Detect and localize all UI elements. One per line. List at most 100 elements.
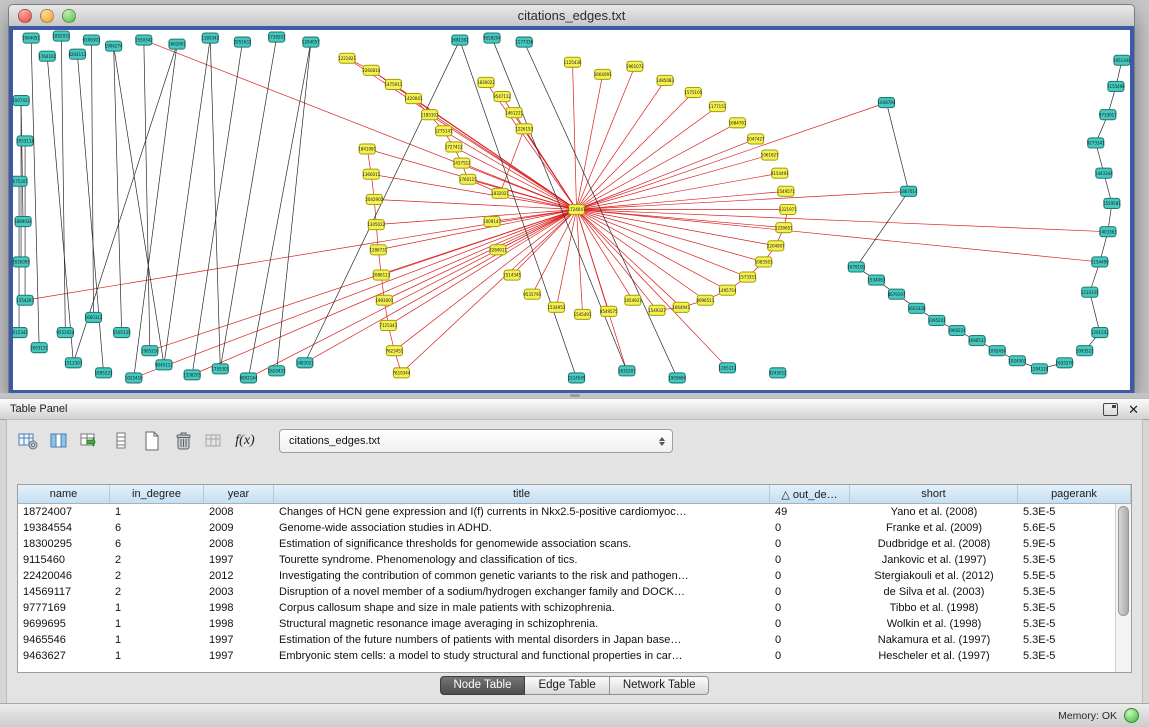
graph-node[interactable]: 1201542 — [1091, 327, 1109, 337]
graph-node[interactable]: 2003151 — [30, 343, 48, 353]
graph-node[interactable]: 1275141 — [435, 126, 453, 136]
graph-node[interactable]: 1550342 — [135, 35, 153, 45]
table-row[interactable]: 1938455462009Genome-wide association stu… — [18, 520, 1116, 536]
graph-node[interactable]: 1755301 — [211, 364, 229, 374]
graph-node[interactable]: 9535791 — [523, 289, 541, 299]
column-header-5[interactable]: short — [850, 485, 1018, 503]
column-header-6[interactable]: pagerank — [1018, 485, 1131, 503]
graph-node[interactable]: 1185103 — [421, 110, 439, 120]
graph-node[interactable]: 1015342 — [13, 327, 28, 337]
graph-node[interactable]: 1664091 — [594, 69, 612, 79]
graph-node[interactable]: 1554203 — [16, 295, 34, 305]
show-columns-icon[interactable] — [48, 431, 70, 451]
memory-status-icon[interactable] — [1124, 708, 1139, 723]
graph-node[interactable]: 1906274 — [105, 41, 123, 51]
minimize-window-icon[interactable] — [40, 9, 54, 23]
graph-node[interactable]: 2086113 — [372, 270, 390, 280]
graph-node[interactable]: 1575105 — [684, 87, 702, 97]
graph-node[interactable]: 1852031 — [52, 31, 70, 41]
graph-node[interactable]: 1154499 — [1091, 257, 1109, 267]
graph-node[interactable]: 1047427 — [747, 134, 765, 144]
graph-node[interactable]: 1660312 — [85, 312, 103, 322]
graph-node[interactable]: 1403363 — [1099, 227, 1117, 237]
graph-node[interactable]: 1338205 — [183, 370, 201, 380]
graph-node[interactable]: 2260814 — [362, 65, 380, 75]
graph-node[interactable]: 5505135 — [113, 327, 131, 337]
graph-node[interactable]: 1495754 — [719, 285, 737, 295]
graph-node[interactable]: 2053114 — [16, 136, 34, 146]
graph-node[interactable]: 1841081 — [358, 144, 376, 154]
merge-table-icon[interactable] — [203, 431, 225, 451]
graph-node[interactable]: 1549327 — [648, 305, 666, 315]
graph-node[interactable]: 1483021 — [296, 358, 314, 368]
graph-node[interactable]: 1226153 — [515, 124, 533, 134]
table-row[interactable]: 1830029562008Estimation of significance … — [18, 536, 1116, 552]
graph-node[interactable]: 1461221 — [505, 108, 523, 118]
table-row[interactable]: 946362711997Embryonic stem cells: a mode… — [18, 648, 1116, 664]
close-window-icon[interactable] — [18, 9, 32, 23]
graph-node[interactable]: 1083503 — [755, 257, 773, 267]
graph-node[interactable]: 1204118 — [1030, 364, 1048, 374]
graph-node[interactable]: 1221821 — [338, 53, 356, 63]
graph-node[interactable]: 1366011 — [362, 169, 380, 179]
new-table-icon[interactable] — [141, 431, 163, 451]
table-scrollbar[interactable] — [1115, 504, 1131, 672]
graph-node[interactable]: 1830022 — [477, 77, 495, 87]
graph-node[interactable]: 1305022 — [367, 220, 385, 230]
graph-node[interactable]: 1679193 — [847, 262, 865, 272]
graph-node[interactable]: 1221971 — [779, 204, 797, 214]
float-panel-icon[interactable] — [1103, 403, 1118, 416]
graph-node[interactable]: 1475911 — [384, 79, 402, 89]
graph-node[interactable]: 7619344 — [392, 368, 410, 378]
graph-node[interactable]: 1054927 — [624, 295, 642, 305]
graph-node[interactable]: 1155498 — [1107, 81, 1125, 91]
graph-node[interactable]: 1905664 — [668, 373, 686, 383]
column-header-2[interactable]: year — [204, 485, 274, 503]
graph-node[interactable]: 1265112 — [719, 363, 737, 373]
graph-node[interactable]: 1177151 — [708, 102, 726, 112]
graph-node[interactable]: 1514345 — [503, 270, 521, 280]
row-tools-icon[interactable] — [110, 431, 132, 451]
graph-node[interactable]: 1095201 — [928, 315, 946, 325]
graph-node[interactable]: 9558204 — [483, 33, 501, 43]
graph-node[interactable]: 1867014 — [900, 186, 918, 196]
graph-node[interactable]: 1895223 — [95, 368, 113, 378]
graph-node[interactable]: 1951448 — [1113, 55, 1130, 65]
graph-node[interactable]: 1549571 — [777, 186, 795, 196]
table-row[interactable]: 911546021997Tourette syndrome. Phenomeno… — [18, 552, 1116, 568]
tab-edge-table[interactable]: Edge Table — [525, 676, 609, 695]
graph-node[interactable]: 8549575 — [600, 306, 618, 316]
graph-node[interactable]: 1684761 — [729, 118, 747, 128]
graph-node[interactable]: 2026095 — [13, 257, 30, 267]
graph-node[interactable]: 1092450 — [988, 346, 1006, 356]
graph-node[interactable]: 2284911 — [489, 245, 507, 255]
table-row[interactable]: 2242004622012Investigating the contribut… — [18, 568, 1116, 584]
graph-node[interactable]: 1512307 — [64, 358, 82, 368]
graph-node[interactable]: 2204907 — [767, 241, 785, 251]
graph-node[interactable]: 9045112 — [155, 360, 173, 370]
column-header-0[interactable]: name — [18, 485, 110, 503]
graph-node[interactable]: 1648794 — [878, 98, 896, 108]
graph-node[interactable]: 1061627 — [761, 150, 779, 160]
graph-node[interactable]: 8204113 — [68, 49, 86, 59]
graph-node[interactable]: 1545491 — [574, 309, 592, 319]
table-row[interactable]: 969969511998Structural magnetic resonanc… — [18, 616, 1116, 632]
function-builder-icon[interactable]: f(x) — [234, 431, 256, 451]
graph-node[interactable]: 1443344 — [1095, 168, 1113, 178]
graph-node[interactable]: 9245012 — [769, 368, 787, 378]
table-row[interactable]: 1872400712008Changes of HCN gene express… — [18, 504, 1116, 520]
table-row[interactable]: 977716911998Corpus callosum shape and si… — [18, 600, 1116, 616]
delete-table-icon[interactable] — [172, 431, 194, 451]
graph-node[interactable]: 2051633 — [234, 37, 252, 47]
graph-node[interactable]: 8802144 — [240, 373, 258, 383]
graph-node[interactable]: 1093522 — [1076, 346, 1094, 356]
column-header-3[interactable]: title — [274, 485, 770, 503]
tab-node-table[interactable]: Node Table — [440, 676, 526, 695]
graph-node[interactable]: 1889034 — [14, 217, 32, 227]
graph-node[interactable]: 1960224 — [948, 325, 966, 335]
graph-node[interactable]: 9273341 — [1087, 138, 1105, 148]
graph-node[interactable]: 1286731 — [369, 245, 387, 255]
graph-node[interactable]: 1738201 — [268, 32, 286, 42]
window-titlebar[interactable]: citations_edges.txt — [9, 5, 1134, 27]
graph-node[interactable]: 7125341 — [379, 320, 397, 330]
